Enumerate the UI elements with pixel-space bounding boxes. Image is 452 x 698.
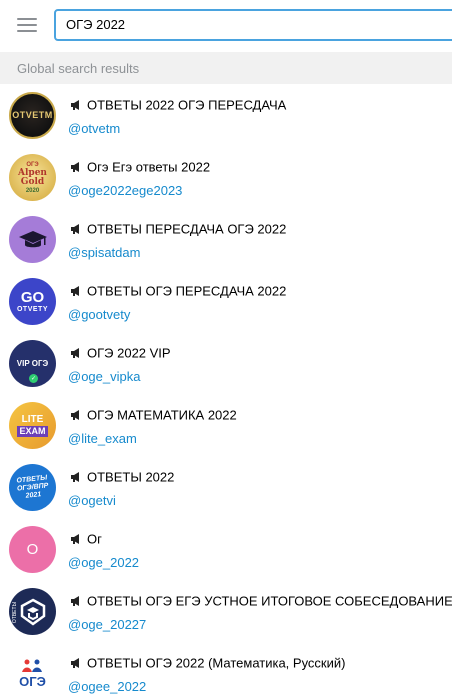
channel-handle: @oge_vipka <box>68 369 141 384</box>
global-search-header: Global search results <box>0 52 452 84</box>
megaphone-icon <box>71 471 79 482</box>
list-item[interactable]: ОГЭ ОТВЕТЫ ОГЭ 2022 (Математика, Русский… <box>0 642 452 698</box>
megaphone-icon <box>71 285 79 296</box>
channel-handle: @spisatdam <box>68 245 141 260</box>
channel-handle: @oge2022ege2023 <box>68 183 183 198</box>
menu-line <box>17 24 37 26</box>
list-item[interactable]: OTVETM ОТВЕТЫ 2022 ОГЭ ПЕРЕСДАЧА @otvetm <box>0 84 452 146</box>
avatar: ОТВЕТЫ ОГЭ/ВПР 2021 <box>9 464 56 511</box>
channel-handle: @otvetm <box>68 121 121 136</box>
people-logo-icon <box>22 659 43 672</box>
list-item[interactable]: О Ог @oge_2022 <box>0 518 452 580</box>
channel-title-line: ОТВЕТЫ 2022 <box>70 468 174 484</box>
avatar <box>9 216 56 263</box>
channel-title-line: ОГЭ МАТЕМАТИКА 2022 <box>70 406 237 422</box>
channel-title: ОТВЕТЫ 2022 <box>87 469 175 485</box>
channel-title-line: ОТВЕТЫ ОГЭ ПЕРЕСДАЧА 2022 <box>70 282 286 298</box>
channel-title-line: ОТВЕТЫ ПЕРЕСДАЧА ОГЭ 2022 <box>70 220 286 236</box>
megaphone-icon <box>71 533 79 544</box>
results-list: OTVETM ОТВЕТЫ 2022 ОГЭ ПЕРЕСДАЧА @otvetm… <box>0 84 452 698</box>
channel-handle: @gootvety <box>68 307 131 322</box>
megaphone-icon <box>71 409 79 420</box>
megaphone-icon <box>71 223 79 234</box>
channel-title: ОТВЕТЫ ОГЭ 2022 (Математика, Русский) <box>87 655 346 671</box>
megaphone-icon <box>71 161 79 172</box>
channel-title: ОТВЕТЫ ПЕРЕСДАЧА ОГЭ 2022 <box>87 221 287 237</box>
channel-title: ОТВЕТЫ ОГЭ ЕГЭ УСТНОЕ ИТОГОВОЕ СОБЕСЕДОВ… <box>87 593 452 609</box>
shield-logo-icon <box>20 598 45 626</box>
avatar: LITE EXAM <box>9 402 56 449</box>
channel-title: ОТВЕТЫ 2022 ОГЭ ПЕРЕСДАЧА <box>87 97 287 113</box>
avatar: VIP ОГЭ ✓ <box>9 340 56 387</box>
search-input[interactable] <box>66 11 446 39</box>
graduation-cap-icon <box>18 230 47 247</box>
avatar: ОТВЕТЫ <box>9 588 56 635</box>
channel-title: Огэ Егэ ответы 2022 <box>87 159 211 175</box>
list-item[interactable]: ОТВЕТЫ ОГЭ/ВПР 2021 ОТВЕТЫ 2022 @ogetvi <box>0 456 452 518</box>
search-box[interactable] <box>54 9 452 41</box>
list-item[interactable]: ОГЭ Alpen Gold 2020 Огэ Егэ ответы 2022 … <box>0 146 452 208</box>
channel-handle: @ogetvi <box>68 493 116 508</box>
megaphone-icon <box>71 657 79 668</box>
avatar: О <box>9 526 56 573</box>
channel-title: ОГЭ 2022 VIP <box>87 345 171 361</box>
list-item[interactable]: VIP ОГЭ ✓ ОГЭ 2022 VIP @oge_vipka <box>0 332 452 394</box>
verified-check-icon: ✓ <box>29 374 38 383</box>
megaphone-icon <box>71 595 79 606</box>
channel-handle: @ogee_2022 <box>68 679 147 694</box>
channel-title-line: ОТВЕТЫ ОГЭ ЕГЭ УСТНОЕ ИТОГОВОЕ СОБЕСЕДОВ… <box>70 592 452 608</box>
channel-title-line: ОГЭ 2022 VIP <box>70 344 171 360</box>
channel-handle: @oge_20227 <box>68 617 147 632</box>
hamburger-menu-icon[interactable] <box>17 16 37 32</box>
channel-title-line: Ог <box>70 530 102 546</box>
channel-title-line: Огэ Егэ ответы 2022 <box>70 158 210 174</box>
megaphone-icon <box>71 347 79 358</box>
menu-line <box>17 18 37 20</box>
list-item[interactable]: LITE EXAM ОГЭ МАТЕМАТИКА 2022 @lite_exam <box>0 394 452 456</box>
megaphone-icon <box>71 99 79 110</box>
channel-title: ОТВЕТЫ ОГЭ ПЕРЕСДАЧА 2022 <box>87 283 287 299</box>
channel-title-line: ОТВЕТЫ 2022 ОГЭ ПЕРЕСДАЧА <box>70 96 286 112</box>
menu-line <box>17 30 37 32</box>
avatar: GO OTVETY <box>9 278 56 325</box>
list-item[interactable]: ОТВЕТЫ ПЕРЕСДАЧА ОГЭ 2022 @spisatdam <box>0 208 452 270</box>
top-bar <box>0 0 452 52</box>
avatar: ОГЭ Alpen Gold 2020 <box>9 154 56 201</box>
avatar: ОГЭ <box>9 650 56 697</box>
avatar: OTVETM <box>9 92 56 139</box>
list-item[interactable]: ОТВЕТЫ ОТВЕТЫ ОГЭ ЕГЭ УСТНОЕ ИТОГОВОЕ СО… <box>0 580 452 642</box>
channel-title: Ог <box>87 531 102 547</box>
channel-handle: @oge_2022 <box>68 555 140 570</box>
channel-title-line: ОТВЕТЫ ОГЭ 2022 (Математика, Русский) <box>70 654 345 670</box>
channel-title: ОГЭ МАТЕМАТИКА 2022 <box>87 407 237 423</box>
section-title: Global search results <box>17 61 140 76</box>
channel-handle: @lite_exam <box>68 431 137 446</box>
list-item[interactable]: GO OTVETY ОТВЕТЫ ОГЭ ПЕРЕСДАЧА 2022 @goo… <box>0 270 452 332</box>
